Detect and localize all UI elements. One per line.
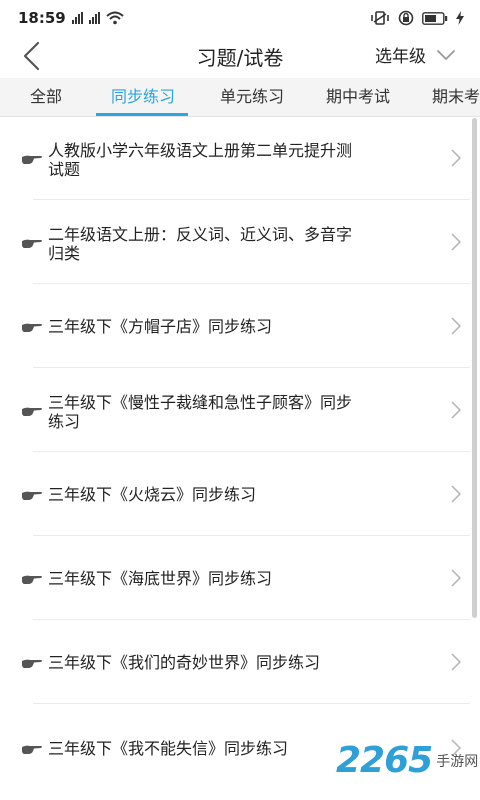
signal-icon bbox=[71, 12, 83, 24]
tab-bar: 全部 同步练习 单元练习 期中考试 期末考 bbox=[0, 78, 480, 117]
chevron-right-icon bbox=[451, 317, 462, 335]
chevron-right-icon bbox=[451, 485, 462, 503]
pointing-hand-icon bbox=[22, 239, 42, 248]
chevron-right-icon bbox=[451, 569, 462, 587]
wifi-icon bbox=[106, 11, 124, 25]
list-item-title: 三年级下《我们的奇妙世界》同步练习 bbox=[48, 653, 321, 672]
list-item[interactable]: 三年级下《方帽子店》同步练习 bbox=[0, 284, 470, 368]
scrollbar[interactable] bbox=[472, 118, 477, 618]
pointing-hand-icon bbox=[22, 659, 42, 668]
pointing-hand-icon bbox=[22, 575, 42, 584]
pointing-hand-icon bbox=[22, 155, 42, 164]
tab-unit-practice[interactable]: 单元练习 bbox=[220, 78, 284, 116]
tab-midterm[interactable]: 期中考试 bbox=[326, 78, 390, 116]
list-item[interactable]: 三年级下《慢性子裁缝和急性子顾客》同步 练习 bbox=[0, 368, 470, 452]
list-item[interactable]: 三年级下《海底世界》同步练习 bbox=[0, 536, 470, 620]
tab-final[interactable]: 期末考 bbox=[432, 78, 480, 116]
pointing-hand-icon bbox=[22, 323, 42, 332]
list-item[interactable]: 二年级语文上册：反义词、近义词、多音字 归类 bbox=[0, 200, 470, 284]
chevron-down-icon bbox=[437, 49, 455, 60]
chevron-right-icon bbox=[451, 149, 462, 167]
nav-bar: 习题/试卷 选年级 bbox=[0, 36, 480, 76]
battery-icon bbox=[422, 11, 448, 25]
charging-icon bbox=[456, 11, 464, 25]
status-time: 18:59 bbox=[18, 9, 66, 27]
chevron-right-icon bbox=[451, 401, 462, 419]
chevron-right-icon bbox=[451, 653, 462, 671]
status-bar: 18:59 bbox=[0, 0, 480, 36]
list-item-title: 三年级下《方帽子店》同步练习 bbox=[48, 317, 273, 336]
pointing-hand-icon bbox=[22, 491, 42, 500]
tab-all[interactable]: 全部 bbox=[30, 78, 62, 116]
status-right bbox=[370, 10, 464, 26]
grade-select[interactable]: 选年级 bbox=[375, 42, 456, 67]
list-item-title: 三年级下《海底世界》同步练习 bbox=[48, 569, 273, 588]
pointing-hand-icon bbox=[22, 407, 42, 416]
watermark: 2265 手游网 bbox=[336, 740, 478, 781]
list-item-title-line2: 试题 bbox=[48, 160, 81, 179]
signal-icon-2 bbox=[88, 12, 100, 24]
watermark-logo-number: 2265 bbox=[336, 740, 433, 781]
list-item-title-line2: 归类 bbox=[48, 244, 81, 263]
watermark-logo-text: 手游网 bbox=[436, 753, 479, 770]
grade-select-label: 选年级 bbox=[375, 47, 426, 67]
list-item[interactable]: 三年级下《我们的奇妙世界》同步练习 bbox=[0, 620, 470, 704]
list-item-title-line2: 练习 bbox=[48, 412, 81, 431]
chevron-right-icon bbox=[451, 233, 462, 251]
list-item-title-line1: 二年级语文上册：反义词、近义词、多音字 bbox=[48, 225, 353, 244]
list-item-title: 三年级下《火烧云》同步练习 bbox=[48, 485, 257, 504]
status-left: 18:59 bbox=[18, 9, 124, 27]
tab-sync-practice[interactable]: 同步练习 bbox=[111, 78, 175, 116]
list-item[interactable]: 人教版小学六年级语文上册第二单元提升测 试题 bbox=[0, 116, 470, 200]
alarm-icon bbox=[398, 10, 414, 26]
list-item-title-line1: 人教版小学六年级语文上册第二单元提升测 bbox=[48, 141, 353, 160]
list-item[interactable]: 三年级下《火烧云》同步练习 bbox=[0, 452, 470, 536]
pointing-hand-icon bbox=[22, 745, 42, 754]
vibrate-icon bbox=[371, 11, 389, 25]
list-item-title-line1: 三年级下《慢性子裁缝和急性子顾客》同步 bbox=[48, 393, 353, 412]
